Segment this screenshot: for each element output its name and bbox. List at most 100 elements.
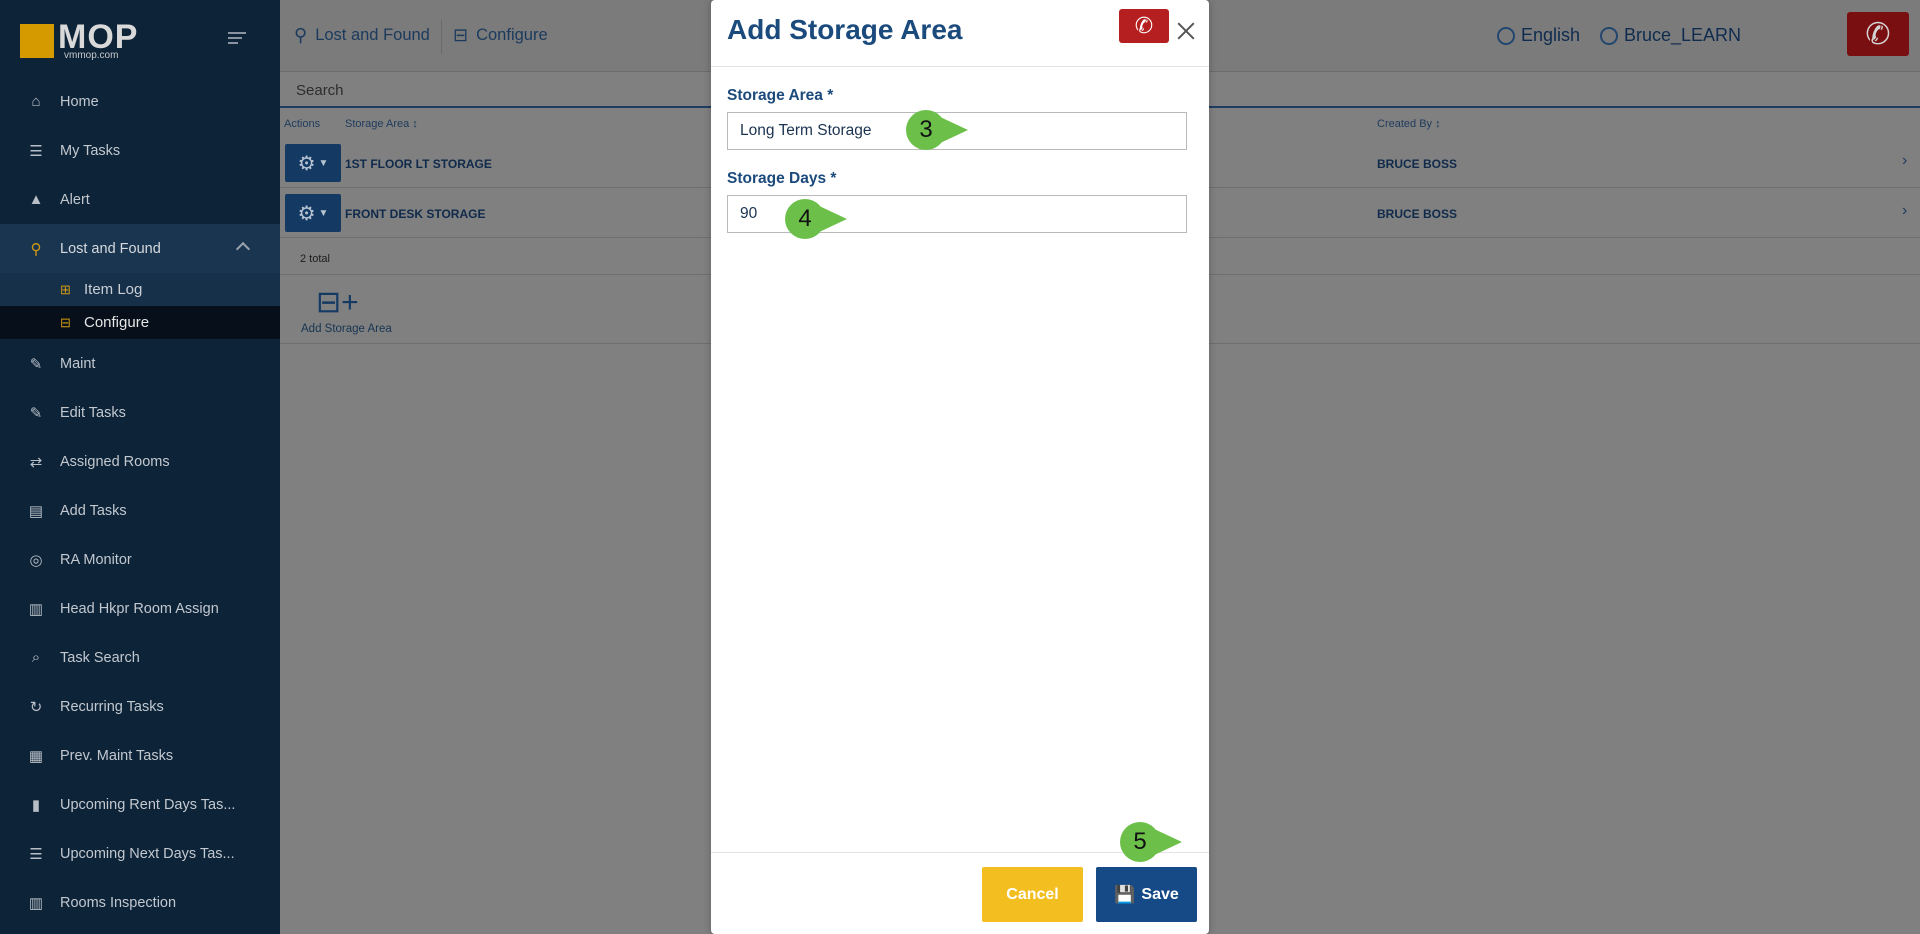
phone-icon[interactable]: ✆ xyxy=(1847,12,1909,56)
sidebar-item-label: Prev. Maint Tasks xyxy=(60,747,174,764)
clipboard-icon: ▮ xyxy=(31,796,41,814)
caret-down-icon: ▼ xyxy=(318,207,329,219)
building-icon: ▥ xyxy=(28,600,44,618)
breadcrumb-configure[interactable]: ⊟ Configure xyxy=(453,25,548,46)
breadcrumb-label: Configure xyxy=(476,26,548,44)
sidebar-item-edit-tasks[interactable]: ✎ Edit Tasks xyxy=(0,388,280,437)
sidebar-item-my-tasks[interactable]: ☰ My Tasks xyxy=(0,126,280,175)
column-header-actions: Actions xyxy=(284,118,321,130)
sidebar-nav: ⌂ Home ☰ My Tasks ▲ Alert ⚲ Lost and Fou… xyxy=(0,77,280,927)
sidebar-item-label: Home xyxy=(60,93,99,110)
sidebar-item-label: My Tasks xyxy=(60,142,121,159)
sidebar-item-label: Alert xyxy=(60,191,90,208)
sidebar-item-rooms-inspection[interactable]: ▥ Rooms Inspection xyxy=(0,878,280,927)
breadcrumb-divider xyxy=(441,20,442,54)
phone-icon[interactable]: ✆ xyxy=(1119,9,1169,43)
logo-mark xyxy=(20,24,54,58)
marker-number: 3 xyxy=(906,110,946,150)
sidebar-item-label: Upcoming Rent Days Tas... xyxy=(60,796,236,813)
storage-area-label: Storage Area * xyxy=(727,87,834,104)
row-actions-button[interactable]: ⚙ ▼ xyxy=(285,144,341,182)
storage-area-name: 1ST FLOOR LT STORAGE xyxy=(345,157,492,171)
sidebar-item-maint[interactable]: ✎ Maint xyxy=(0,339,280,388)
chevron-right-icon[interactable]: › xyxy=(1902,152,1907,170)
search-placeholder: Search xyxy=(296,82,344,99)
luggage-cart-icon: ⊞ xyxy=(60,281,71,297)
warning-icon: ▲ xyxy=(28,191,44,208)
chevron-up-icon[interactable] xyxy=(235,241,251,257)
step-marker-4: 4 xyxy=(785,199,851,241)
building-icon: ▥ xyxy=(28,894,44,912)
warehouse-icon: ⊟ xyxy=(453,25,469,45)
logo-subtext: vmmop.com xyxy=(64,50,119,61)
user-name: Bruce_LEARN xyxy=(1624,25,1742,45)
column-header-created-by[interactable]: Created By ↕ xyxy=(1377,118,1441,130)
sidebar-item-add-tasks[interactable]: ▤ Add Tasks xyxy=(0,486,280,535)
gear-icon: ⚙ xyxy=(297,202,316,225)
breadcrumb-label: Lost and Found xyxy=(315,26,430,44)
sidebar-item-head-hkpr-room-assign[interactable]: ▥ Head Hkpr Room Assign xyxy=(0,584,280,633)
sidebar-subitem-item-log[interactable]: ⊞ Item Log xyxy=(0,273,280,306)
sidebar-item-ra-monitor[interactable]: ◎ RA Monitor xyxy=(0,535,280,584)
sidebar-item-lost-and-found[interactable]: ⚲ Lost and Found xyxy=(0,224,280,273)
sidebar-item-assigned-rooms[interactable]: ⇄ Assigned Rooms xyxy=(0,437,280,486)
sidebar-subitem-configure[interactable]: ⊟ Configure xyxy=(0,306,280,339)
warehouse-plus-icon: ⊟+ xyxy=(316,286,359,319)
created-by: BRUCE BOSS xyxy=(1377,207,1458,221)
sidebar-item-recurring-tasks[interactable]: ↻ Recurring Tasks xyxy=(0,682,280,731)
sidebar-item-home[interactable]: ⌂ Home xyxy=(0,77,280,126)
breadcrumb-lost-and-found[interactable]: ⚲ Lost and Found xyxy=(294,25,430,46)
sidebar-item-upcoming-next-days[interactable]: ☰ Upcoming Next Days Tas... xyxy=(0,829,280,878)
refresh-icon: ↻ xyxy=(29,698,43,716)
sidebar: MOP vmmop.com ⌂ Home ☰ My Tasks ▲ Alert … xyxy=(0,0,280,934)
sidebar-item-task-search[interactable]: ⌕ Task Search xyxy=(0,633,280,682)
save-button[interactable]: 💾 Save xyxy=(1096,867,1197,922)
sidebar-item-alert[interactable]: ▲ Alert xyxy=(0,175,280,224)
app-logo[interactable]: MOP vmmop.com xyxy=(20,18,150,62)
user-menu[interactable]: Bruce_LEARN xyxy=(1600,25,1741,46)
sidebar-item-label: Assigned Rooms xyxy=(60,453,170,470)
wrench-icon: ✎ xyxy=(29,355,43,373)
sidebar-item-label: RA Monitor xyxy=(60,551,132,568)
storage-days-label: Storage Days * xyxy=(727,170,837,187)
column-header-storage-area[interactable]: Storage Area ↕ xyxy=(345,118,418,130)
calendar-icon: ▦ xyxy=(28,747,44,765)
menu-toggle-icon[interactable] xyxy=(228,32,246,44)
dialog-footer: Cancel 💾 Save xyxy=(711,852,1209,934)
binoculars-icon: ◎ xyxy=(29,551,43,569)
sidebar-item-upcoming-rent-days[interactable]: ▮ Upcoming Rent Days Tas... xyxy=(0,780,280,829)
language-label: English xyxy=(1521,25,1581,45)
cancel-button[interactable]: Cancel xyxy=(982,867,1083,922)
sidebar-item-label: Head Hkpr Room Assign xyxy=(60,600,219,617)
list-icon: ☰ xyxy=(29,142,43,160)
created-by: BRUCE BOSS xyxy=(1377,157,1458,171)
dialog-header: Add Storage Area ✆ xyxy=(711,0,1209,67)
lost-found-icon: ⚲ xyxy=(294,25,308,45)
language-selector[interactable]: English xyxy=(1497,25,1580,46)
home-icon: ⌂ xyxy=(31,93,41,110)
add-storage-area-label: Add Storage Area xyxy=(301,323,392,335)
sidebar-item-label: Recurring Tasks xyxy=(60,698,164,715)
edit-icon: ✎ xyxy=(29,404,43,422)
sidebar-subitem-label: Item Log xyxy=(84,281,143,298)
sidebar-item-label: Maint xyxy=(60,355,96,372)
warehouse-icon: ⊟ xyxy=(60,314,71,330)
caret-down-icon: ▼ xyxy=(318,157,329,169)
chevron-right-icon[interactable]: › xyxy=(1902,202,1907,220)
total-count: 2 total xyxy=(300,253,330,265)
sidebar-subitem-label: Configure xyxy=(84,314,150,331)
floppy-disk-icon: 💾 xyxy=(1114,884,1136,904)
dialog-title: Add Storage Area xyxy=(727,14,963,45)
swap-icon: ⇄ xyxy=(29,453,43,471)
gear-icon: ⚙ xyxy=(297,152,316,175)
lost-found-icon: ⚲ xyxy=(30,240,42,258)
sidebar-item-label: Lost and Found xyxy=(60,240,161,257)
close-icon[interactable] xyxy=(1175,20,1197,42)
sidebar-item-label: Rooms Inspection xyxy=(60,894,177,911)
sidebar-item-label: Edit Tasks xyxy=(60,404,126,421)
sidebar-item-prev-maint-tasks[interactable]: ▦ Prev. Maint Tasks xyxy=(0,731,280,780)
sidebar-item-label: Add Tasks xyxy=(60,502,127,519)
save-button-label: Save xyxy=(1141,885,1179,903)
user-icon xyxy=(1600,26,1618,45)
row-actions-button[interactable]: ⚙ ▼ xyxy=(285,194,341,232)
